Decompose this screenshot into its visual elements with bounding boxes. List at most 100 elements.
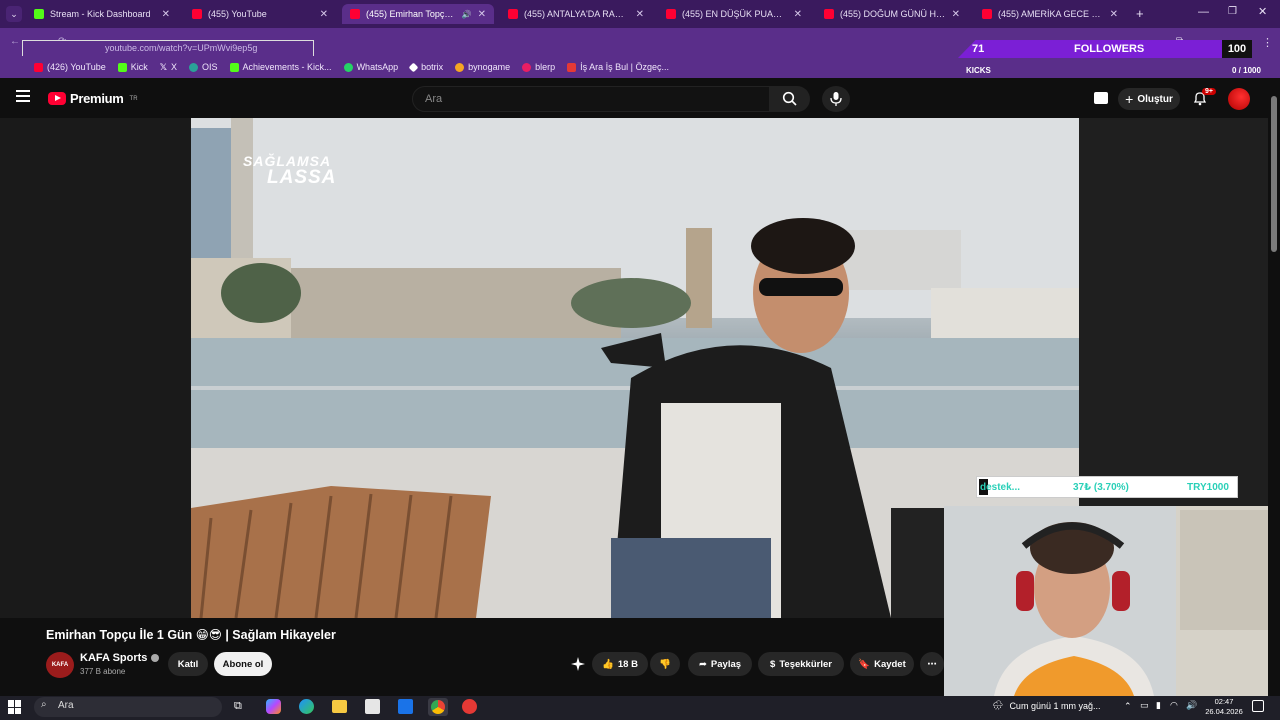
browser-tab-youtube[interactable]: (455) YouTube ✕: [184, 4, 336, 24]
browser-tab-yurt[interactable]: (455) EN DÜŞÜK PUANLI YURT ✕: [658, 4, 810, 24]
youtube-logo[interactable]: Premium TR: [48, 91, 138, 106]
subscribe-button[interactable]: Abone ol: [214, 652, 272, 676]
video-watermark: SAĞLAMSA LASSA: [243, 154, 336, 187]
bookmark-icon: 🔖: [858, 658, 871, 670]
plus-icon: +: [1125, 91, 1134, 107]
browser-tab-active-video[interactable]: (455) Emirhan Topçu İle 1 G 🔊 ✕: [342, 4, 494, 24]
channel-name-text: KAFA Sports: [80, 652, 148, 664]
browser-tab-kick-dashboard[interactable]: Stream - Kick Dashboard ✕: [26, 4, 178, 24]
channel-name[interactable]: KAFA Sports: [80, 652, 160, 664]
save-button[interactable]: 🔖 Kaydet: [850, 652, 914, 676]
dislike-button[interactable]: 👎: [650, 652, 680, 676]
menu-icon[interactable]: ⋮: [1262, 36, 1273, 49]
voice-search-button[interactable]: [822, 86, 850, 112]
volume-icon[interactable]: 🔊: [1186, 700, 1197, 711]
tray-chevron-icon[interactable]: ⌃: [1124, 701, 1132, 712]
edge-icon[interactable]: [299, 699, 314, 714]
bookmark-is-ara[interactable]: İş Ara İş Bul | Özgeç...: [567, 62, 669, 72]
bookmark-botrix[interactable]: botrix: [408, 62, 443, 72]
bookmark-whatsapp[interactable]: WhatsApp: [343, 62, 398, 72]
bookmark-youtube[interactable]: (426) YouTube: [34, 62, 106, 72]
bookmark-label: İş Ara İş Bul | Özgeç...: [580, 62, 670, 72]
close-icon[interactable]: ✕: [320, 9, 328, 20]
minimize-icon[interactable]: —: [1198, 6, 1209, 18]
followers-goal: 100: [1227, 43, 1247, 55]
new-tab-button[interactable]: +: [1136, 6, 1144, 21]
store-icon[interactable]: [365, 699, 380, 714]
like-button[interactable]: 👍 18 B: [592, 652, 648, 676]
job-icon: [567, 62, 577, 72]
channel-avatar[interactable]: KAFA: [46, 652, 74, 678]
notification-center-icon[interactable]: [1252, 700, 1264, 712]
bookmark-bynogame[interactable]: bynogame: [455, 62, 510, 72]
address-bar[interactable]: youtube.com/watch?v=UPmWvi9ep5g: [22, 40, 314, 57]
create-video-icon[interactable]: [1094, 92, 1108, 104]
close-icon[interactable]: ✕: [1110, 9, 1118, 20]
search-input[interactable]: Ara: [412, 86, 770, 112]
task-view-icon[interactable]: ⧉: [234, 700, 242, 713]
bookmark-achievements[interactable]: Achievements - Kick...: [229, 62, 332, 72]
usb-icon[interactable]: ▮: [1156, 700, 1161, 711]
watermark-line-1: SAĞLAMSA: [243, 153, 332, 169]
close-icon[interactable]: ✕: [162, 9, 170, 20]
windows-start-icon[interactable]: [8, 700, 22, 714]
taskbar-search[interactable]: ⌕ Ara: [34, 697, 222, 717]
page-scrollbar-thumb[interactable]: [1271, 96, 1277, 252]
sparkle-icon-svg: [571, 657, 585, 671]
weather-widget[interactable]: 🌧 Cum günü 1 mm yağ...: [992, 700, 1100, 711]
join-button[interactable]: Katıl: [168, 652, 208, 676]
logo-country: TR: [129, 95, 138, 102]
streamer-webcam: [944, 506, 1280, 696]
ai-sparkle-icon[interactable]: [571, 657, 585, 671]
close-icon[interactable]: ✕: [636, 9, 644, 20]
notifications-button[interactable]: 9+: [1192, 88, 1216, 108]
followers-count: 71: [972, 43, 985, 55]
followers-label: FOLLOWERS: [1074, 43, 1145, 55]
more-actions-button[interactable]: ⋯: [920, 652, 944, 676]
search-button[interactable]: [770, 86, 810, 112]
followers-goal-box: 100: [1222, 40, 1252, 58]
close-window-icon[interactable]: ✕: [1258, 5, 1267, 18]
restore-icon[interactable]: ❐: [1228, 6, 1237, 17]
subscriber-count: 377 B abone: [80, 667, 126, 676]
create-label: Oluştur: [1137, 93, 1173, 105]
file-explorer-icon[interactable]: [332, 700, 347, 713]
hamburger-menu-icon[interactable]: [16, 90, 30, 102]
search-placeholder: Ara: [425, 93, 443, 105]
close-icon[interactable]: ✕: [794, 9, 802, 20]
clock[interactable]: 02:47 26.04.2026: [1204, 697, 1244, 717]
notification-badge: 9+: [1202, 88, 1216, 95]
app-icon[interactable]: [462, 699, 477, 714]
search-icon: [782, 91, 797, 106]
share-icon: ➦: [698, 658, 707, 670]
win-pane: [8, 700, 14, 707]
browser-tab-amerika[interactable]: (455) AMERİKA GECE KIYAFETLE ✕: [974, 4, 1126, 24]
bookmark-kick[interactable]: Kick: [117, 62, 148, 72]
kick-icon: [34, 9, 44, 19]
back-icon[interactable]: ←: [10, 36, 20, 47]
copilot-icon[interactable]: [266, 699, 281, 714]
chrome-logo: [431, 700, 445, 714]
chrome-icon[interactable]: [428, 698, 448, 716]
share-button[interactable]: ➦ Paylaş: [688, 652, 752, 676]
botrix-icon: [408, 62, 419, 72]
create-button[interactable]: + Oluştur: [1118, 88, 1180, 110]
network-icon[interactable]: ▭: [1140, 700, 1149, 711]
close-icon[interactable]: ✕: [478, 9, 486, 20]
mail-icon[interactable]: [398, 699, 413, 714]
thanks-button[interactable]: $ Teşekkürler: [758, 652, 844, 676]
kick-icon: [117, 62, 127, 72]
tab-search-button[interactable]: ⌄: [6, 6, 22, 22]
tab-label: (455) Emirhan Topçu İle 1 G: [366, 9, 458, 19]
close-icon[interactable]: ✕: [952, 9, 960, 20]
weather-text: Cum günü 1 mm yağ...: [1009, 700, 1101, 711]
wifi-icon[interactable]: ◠: [1170, 700, 1178, 711]
bookmark-blerp[interactable]: blerp: [522, 62, 555, 72]
browser-tab-antalya[interactable]: (455) ANTALYA'DA RASTGELE M ✕: [500, 4, 652, 24]
bookmark-ois[interactable]: OIS: [189, 62, 218, 72]
speaker-icon[interactable]: 🔊: [462, 10, 472, 19]
account-avatar[interactable]: [1228, 88, 1250, 110]
browser-tab-dogum-gunu[interactable]: (455) DOĞUM GÜNÜ HEDİYELE ✕: [816, 4, 968, 24]
bookmark-x[interactable]: 𝕏X: [160, 62, 177, 73]
youtube-icon: [34, 62, 43, 72]
